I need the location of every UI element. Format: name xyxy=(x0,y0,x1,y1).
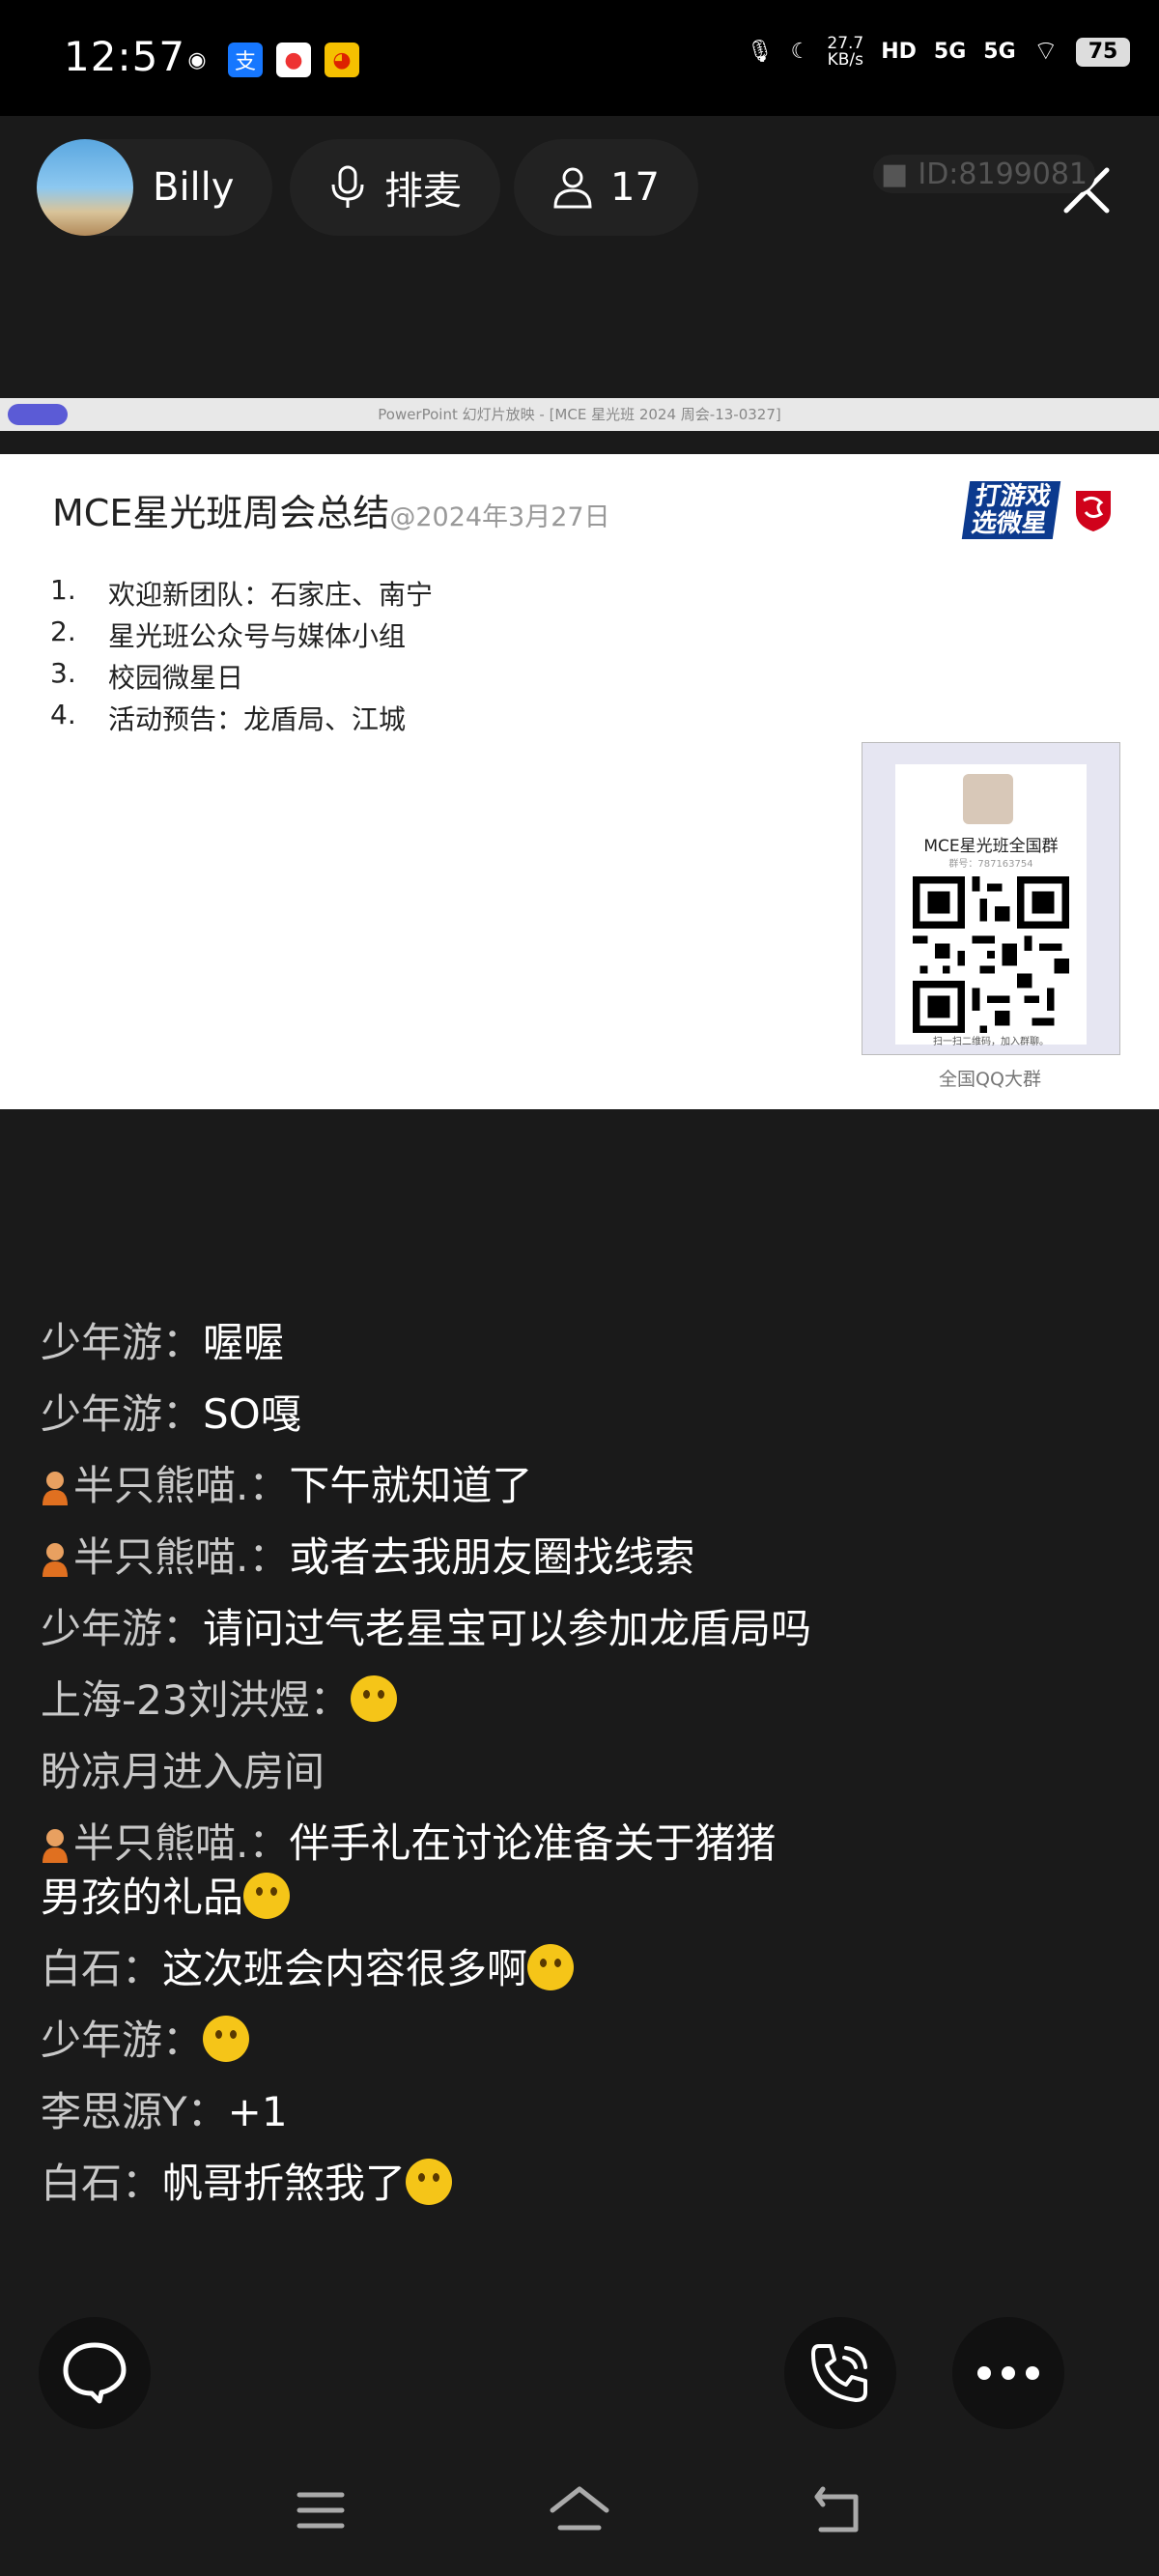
msi-dragon-shield-icon xyxy=(1076,491,1112,531)
chat-message: 李思源Y：+1 xyxy=(41,2088,288,2135)
user-badge-icon xyxy=(42,1829,68,1863)
browser-icon: ◉ xyxy=(180,43,214,77)
chat-message: 上海-23刘洪煜： xyxy=(41,1674,813,1728)
signal-5g-2-icon: 5G xyxy=(983,40,1016,64)
shared-slide: MCE星光班周会总结@2024年3月27日 打游戏 选微星 1. 欢迎新团队：石家… xyxy=(0,454,1159,1109)
alipay-icon: 支 xyxy=(228,43,263,77)
chat-message: 白石：帆哥折煞我了 xyxy=(41,2157,813,2211)
agenda-item: 2. 星光班公众号与媒体小组 xyxy=(50,615,407,652)
qr-code xyxy=(913,876,1069,1033)
clock: 12:57 xyxy=(64,33,186,80)
phone-icon xyxy=(811,2344,867,2402)
group-avatar xyxy=(963,774,1013,824)
monocle-face-emoji-icon xyxy=(527,1944,575,1990)
mic-queue-button[interactable]: 排麦 xyxy=(290,139,500,236)
maps-icon: ● xyxy=(276,43,311,77)
qr-scan-hint: 扫一扫二维码，加入群聊。 xyxy=(933,1037,1049,1047)
user-badge-icon xyxy=(42,1472,68,1505)
chat-message: 少年游：请问过气老星宝可以参加龙盾局吗 xyxy=(41,1605,812,1652)
agenda-item: 1. 欢迎新团队：石家庄、南宁 xyxy=(50,574,434,611)
battery-indicator: 75 xyxy=(1076,37,1130,67)
laughing-face-emoji-icon xyxy=(406,2159,453,2205)
chat-list: 少年游：喔喔 少年游：SO嘎 半只熊喵.：下午就知道了 半只熊喵.：或者去我朋友… xyxy=(41,1316,813,2228)
network-speed: 27.7 KB/s xyxy=(827,33,864,70)
menu-icon[interactable] xyxy=(292,2481,350,2539)
mic-icon: 🎙 xyxy=(746,40,774,64)
brand-slogan: 打游戏 选微星 xyxy=(961,481,1061,539)
system-message: 盼凉月进入房间 xyxy=(41,1748,325,1795)
chat-bubble-icon xyxy=(63,2342,127,2404)
video-camera-icon: ■ xyxy=(880,157,909,191)
back-icon[interactable] xyxy=(809,2481,867,2539)
audience-count: 17 xyxy=(610,165,660,210)
weibo-icon: ◕ xyxy=(325,43,359,77)
chat-message: 少年游：SO嘎 xyxy=(41,1390,301,1438)
qr-caption: 全国QQ大群 xyxy=(939,1069,1041,1090)
more-button[interactable] xyxy=(952,2317,1064,2429)
person-icon xyxy=(553,167,592,209)
home-icon[interactable] xyxy=(547,2481,612,2539)
slideshow-icon xyxy=(8,404,68,425)
chat-message: 少年游： xyxy=(41,2014,813,2068)
powerpoint-titlebar: PowerPoint 幻灯片放映 - [MCE 星光班 2024 周会-13-0… xyxy=(0,398,1159,431)
signal-5g-1-icon: 5G xyxy=(933,40,967,64)
mic-queue-label: 排麦 xyxy=(384,169,462,214)
chat-message: 半只熊喵.：下午就知道了 xyxy=(41,1459,813,1513)
qr-group-number: 群号：787163754 xyxy=(948,859,1033,870)
agenda-item: 3. 校园微星日 xyxy=(50,657,244,694)
slide-title: MCE星光班周会总结@2024年3月27日 xyxy=(52,492,610,534)
thinking-face-emoji-icon xyxy=(203,2016,250,2062)
avatar[interactable] xyxy=(37,139,133,236)
audience-count-button[interactable]: 17 xyxy=(514,139,698,236)
agenda-list: 1. 欢迎新团队：石家庄、南宁 2. 星光班公众号与媒体小组 3. 校园微星日 4. 活… xyxy=(50,574,433,740)
host-name: Billy xyxy=(153,165,235,210)
user-badge-icon xyxy=(42,1543,68,1577)
agenda-item: 4. 活动预告：龙盾局、江城 xyxy=(50,699,407,735)
chat-message: 半只熊喵.：伴手礼在讨论准备关于猪猪男孩的礼品 xyxy=(41,1819,777,1921)
room-id: ■ ID:8199081 xyxy=(873,155,1095,193)
thinking-face-emoji-icon xyxy=(243,1873,291,1919)
hd-icon: HD xyxy=(881,40,917,64)
surprised-face-emoji-icon xyxy=(350,1675,397,1722)
qq-group-qr-card: MCE星光班全国群 群号：787163754 扫一扫二维码，加入群聊。 xyxy=(862,742,1120,1055)
slide-date: @2024年3月27日 xyxy=(389,502,610,532)
status-bar: 12:57 ◉ 支 ● ◕ 🎙 ☾ 27.7 KB/s HD 5G 5G ⌔ 7… xyxy=(0,0,1159,116)
chat-message: 少年游：喔喔 xyxy=(41,1319,285,1366)
host-pill[interactable]: Billy xyxy=(37,139,273,236)
moon-icon: ☾ xyxy=(790,40,810,64)
call-button[interactable] xyxy=(784,2317,896,2429)
chat-message: 白石：这次班会内容很多啊 xyxy=(41,1942,813,1996)
more-dots-icon xyxy=(977,2366,1039,2380)
comment-button[interactable] xyxy=(39,2317,151,2429)
qr-group-name: MCE星光班全国群 xyxy=(923,837,1059,856)
msi-logo: 打游戏 选微星 xyxy=(961,481,1115,539)
chat-message: 半只熊喵.：或者去我朋友圈找线索 xyxy=(41,1531,813,1585)
microphone-icon xyxy=(331,165,364,208)
wifi-icon: ⌔ xyxy=(1032,35,1059,67)
